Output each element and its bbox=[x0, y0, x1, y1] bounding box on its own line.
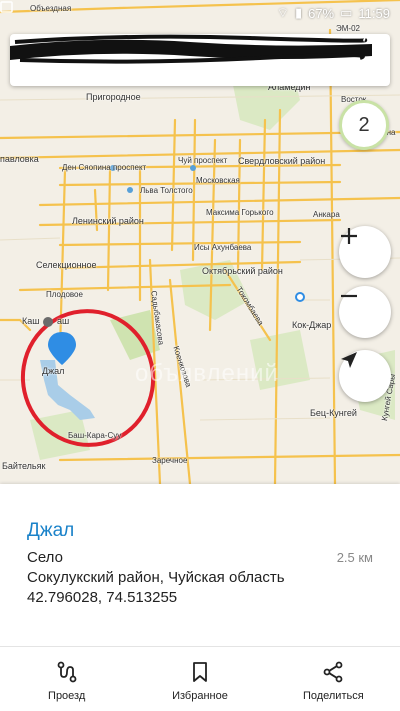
map-label: павловка bbox=[0, 154, 39, 164]
favorites-label: Избранное bbox=[172, 690, 228, 702]
map-label: Свердловский район bbox=[238, 156, 326, 166]
route-icon bbox=[57, 661, 77, 683]
map-view[interactable]: ⌔ ▮ 67% ▭ 11:59 2 Объездная ЭМ-02 Аламед… bbox=[0, 0, 400, 484]
place-info-card[interactable]: Джал Село 2.5 км Сокулукский район, Чуйс… bbox=[0, 484, 400, 646]
favorites-button[interactable]: Избранное bbox=[133, 647, 266, 711]
battery-percent: 67% bbox=[308, 5, 335, 21]
map-label: Октябрьский район bbox=[202, 266, 283, 276]
map-label: Московская bbox=[196, 176, 240, 185]
map-label: Заречное bbox=[152, 456, 188, 465]
my-location-button[interactable] bbox=[339, 350, 391, 402]
redacted-scribble bbox=[10, 34, 372, 64]
place-distance: 2.5 км bbox=[336, 550, 373, 565]
map-label: Ленинский район bbox=[72, 216, 144, 226]
map-label: Каш bbox=[22, 316, 40, 326]
map-label: Ден Сяопина проспект bbox=[62, 163, 147, 172]
map-label: Максима Горького bbox=[206, 208, 274, 217]
route-button[interactable]: Проезд bbox=[0, 647, 133, 711]
minus-icon bbox=[341, 294, 357, 298]
share-label: Поделиться bbox=[302, 690, 364, 702]
map-label: Плодовое bbox=[46, 290, 83, 299]
share-icon bbox=[323, 661, 343, 683]
bus-stop-icon bbox=[190, 165, 196, 171]
map-label: Баш-Кара-Суу bbox=[68, 431, 122, 440]
map-label: Анкара bbox=[313, 210, 340, 219]
map-label: Селекционное bbox=[36, 260, 97, 270]
map-label: Кок-Джар bbox=[292, 320, 332, 330]
route-label: Проезд bbox=[48, 690, 86, 702]
watermark-text: объявлений bbox=[135, 360, 279, 387]
bookmark-icon bbox=[193, 662, 207, 682]
zoom-in-button[interactable] bbox=[339, 226, 391, 278]
place-title: Джал bbox=[27, 520, 75, 541]
poi-dot bbox=[43, 317, 53, 327]
map-label: Байтельяк bbox=[2, 461, 46, 471]
layers-count: 2 bbox=[358, 113, 370, 136]
map-label: Чуй проспект bbox=[178, 156, 228, 165]
place-type: Село bbox=[27, 549, 63, 566]
signal-icon: ▮ bbox=[294, 5, 303, 20]
notification-icon bbox=[0, 1, 13, 13]
battery-icon: ▭ bbox=[340, 5, 353, 20]
plus-icon bbox=[341, 228, 357, 244]
map-label: Бец-Кунгей bbox=[310, 408, 357, 418]
map-label: аш bbox=[57, 316, 70, 326]
clock: 11:59 bbox=[358, 5, 390, 21]
map-label: Джал bbox=[42, 366, 65, 376]
bottom-action-bar: Проезд Избранное Поделиться bbox=[0, 646, 400, 711]
map-label: Пригородное bbox=[86, 92, 141, 102]
status-bar: ⌔ ▮ 67% ▭ 11:59 bbox=[0, 0, 400, 26]
place-region: Сокулукский район, Чуйская область bbox=[27, 569, 285, 586]
map-label: Льва Толстого bbox=[140, 186, 193, 195]
share-button[interactable]: Поделиться bbox=[267, 647, 400, 711]
wifi-icon: ⌔ bbox=[276, 5, 289, 20]
zoom-out-button[interactable] bbox=[339, 286, 391, 338]
place-coordinates[interactable]: 42.796028, 74.513255 bbox=[27, 589, 177, 606]
map-label: Исы Ахунбаева bbox=[194, 243, 252, 252]
navigation-arrow-icon bbox=[341, 352, 357, 368]
station-marker bbox=[295, 292, 305, 302]
search-bar[interactable] bbox=[10, 34, 390, 86]
layers-count-button[interactable]: 2 bbox=[339, 100, 389, 150]
bus-stop-icon bbox=[127, 187, 133, 193]
